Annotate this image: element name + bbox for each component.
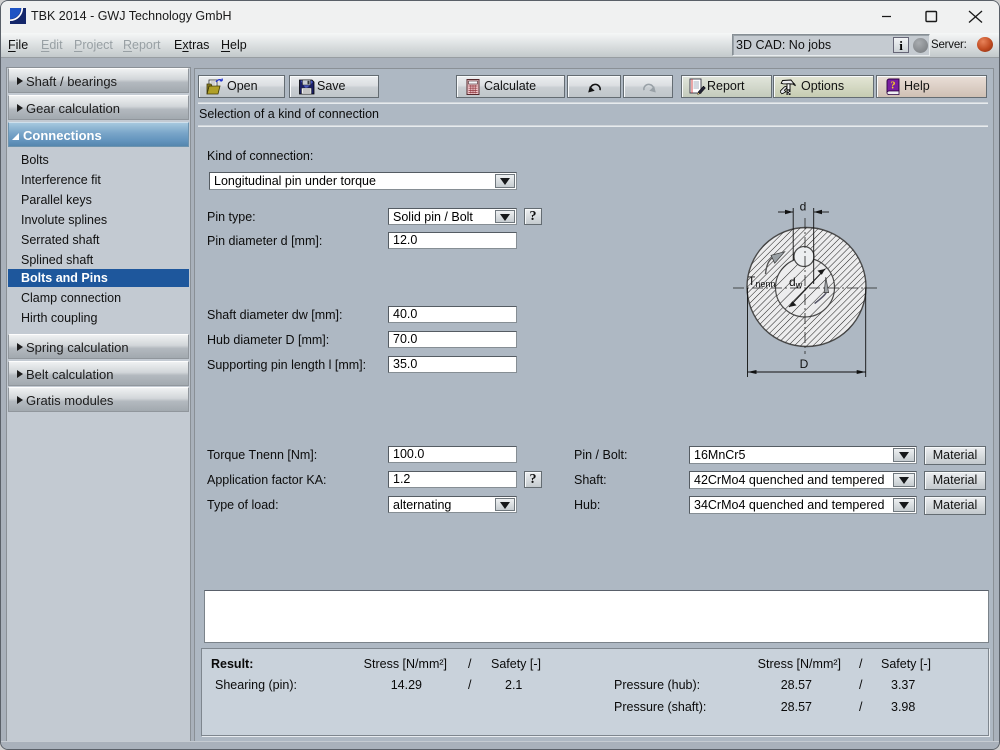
svg-text:d: d (800, 200, 807, 214)
svg-text:?: ? (891, 81, 896, 92)
svg-text:D: D (800, 357, 809, 371)
